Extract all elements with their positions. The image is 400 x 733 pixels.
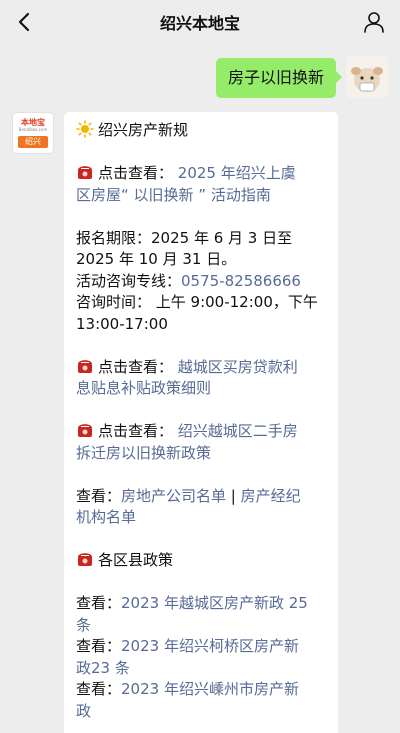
d3-label: 查看：: [76, 680, 122, 698]
message-heading: 绍兴房产新规: [98, 121, 189, 139]
info-signup-period: 报名期限：2025 年 6 月 3 日至: [76, 228, 293, 247]
link-block-2: 点击查看： 越城区买房贷款利 息贴息补贴政策细则: [76, 357, 328, 400]
link-block-3: 点击查看： 绍兴越城区二手房 拆迁房以旧换新政策: [76, 421, 328, 464]
incoming-bubble: 绍兴房产新规 点击查看： 2025 年绍兴上虞 区房屋“ 以旧换新 ” 活动指南…: [64, 112, 338, 733]
see-label: 查看：: [76, 486, 122, 505]
telephone-icon: [78, 166, 92, 179]
link3-text-b[interactable]: 拆迁房以旧换新政策: [76, 443, 328, 465]
link2-prefix: 点击查看：: [98, 357, 174, 376]
telephone-icon: [78, 553, 92, 566]
link1-text-b[interactable]: 区房屋“ 以旧换新 ” 活动指南: [76, 185, 328, 207]
link2-text-b[interactable]: 息贴息补贴政策细则: [76, 378, 328, 400]
incoming-message: 本地宝 Bendibao.com 绍兴 绍兴房产新规 点击查看： 2025 年绍…: [12, 112, 338, 733]
info-hours: 咨询时间： 上午 9:00-12:00，下午: [76, 293, 318, 311]
sun-icon: [76, 120, 94, 138]
district-links: 查看：2023 年越城区房产新政 25 条 查看：2023 年绍兴柯桥区房产新 …: [76, 593, 328, 722]
link3-text-a[interactable]: 绍兴越城区二手房: [178, 422, 298, 440]
link3-prefix: 点击查看：: [98, 422, 174, 440]
d1-link-a[interactable]: 2023 年越城区房产新政 25: [121, 594, 308, 612]
title-bar: 绍兴本地宝: [0, 0, 400, 44]
info-hours-pm: 13:00-17:00: [76, 314, 168, 333]
link2-text-a[interactable]: 越城区买房贷款利: [178, 358, 298, 376]
chevron-left-icon: [18, 12, 30, 32]
info-signup-end: 2025 年 10 月 31 日。: [76, 250, 237, 268]
agency-list-link-b[interactable]: 机构名单: [76, 507, 328, 529]
see-separator: |: [226, 486, 241, 505]
info-hotline-phone[interactable]: 0575-82586666: [181, 272, 301, 290]
link-block-1: 点击查看： 2025 年绍兴上虞 区房屋“ 以旧换新 ” 活动指南: [76, 163, 328, 206]
d1-link-b[interactable]: 条: [76, 615, 328, 637]
d1-label: 查看：: [76, 594, 122, 612]
d2-link-b[interactable]: 政23 条: [76, 658, 328, 680]
telephone-icon: [78, 359, 92, 373]
info-hotline-label: 活动咨询专线：: [76, 271, 182, 290]
outgoing-message: 房子以旧换新: [215, 56, 388, 98]
d2-link-a[interactable]: 2023 年绍兴柯桥区房产新: [121, 637, 299, 655]
d3-link-a[interactable]: 2023 年绍兴嵊州市房产新: [121, 680, 299, 698]
back-button[interactable]: [10, 8, 38, 36]
person-icon: [364, 12, 384, 33]
brand-logo-url: Bendibao.com: [18, 127, 48, 132]
company-list-link[interactable]: 房地产公司名单: [121, 487, 226, 505]
telephone-icon: [78, 424, 92, 437]
district-heading: 各区县政策: [98, 551, 174, 569]
info-block: 报名期限：2025 年 6 月 3 日至 2025 年 10 月 31 日。 活…: [76, 228, 328, 336]
outgoing-bubble[interactable]: 房子以旧换新: [215, 58, 343, 98]
link1-prefix: 点击查看：: [98, 164, 174, 182]
profile-button[interactable]: [360, 8, 388, 36]
lists-block: 查看：房地产公司名单 | 房产经纪 机构名单: [76, 486, 328, 529]
brand-city-tag: 绍兴: [18, 136, 48, 148]
brand-logo-text: 本地宝: [21, 117, 45, 127]
user-avatar[interactable]: [346, 56, 388, 98]
d2-label: 查看：: [76, 637, 122, 655]
cartoon-avatar-icon: [346, 56, 388, 98]
agency-list-link-a[interactable]: 房产经纪: [241, 487, 301, 505]
district-heading-row: 各区县政策: [76, 550, 328, 572]
chat-title: 绍兴本地宝: [159, 14, 240, 33]
message-heading-row: 绍兴房产新规: [76, 120, 328, 142]
d3-link-b[interactable]: 政: [76, 701, 328, 723]
link1-text-a[interactable]: 2025 年绍兴上虞: [178, 164, 296, 182]
brand-avatar[interactable]: 本地宝 Bendibao.com 绍兴: [12, 112, 54, 154]
